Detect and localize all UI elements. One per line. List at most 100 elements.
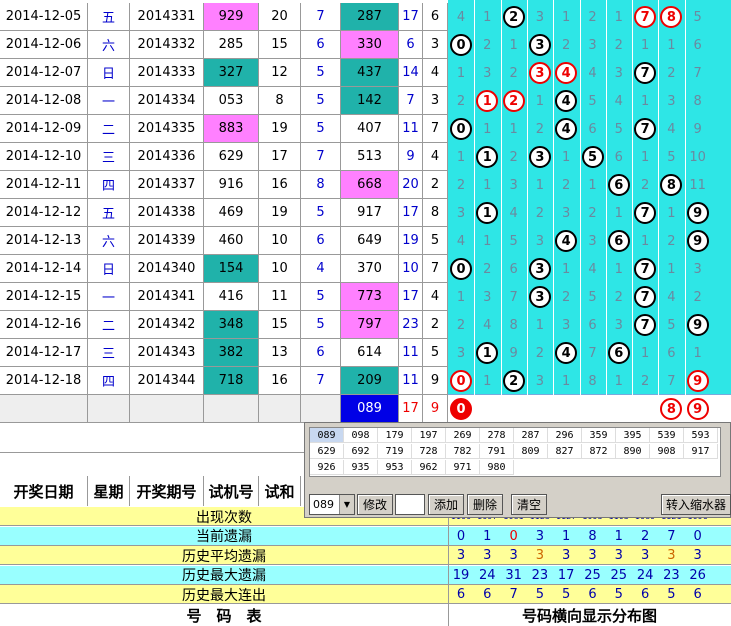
cell-span: 6 <box>301 31 341 59</box>
dist-miss: 3 <box>535 373 545 389</box>
stats-value: 23 <box>531 567 549 583</box>
dist-miss: 2 <box>667 233 676 249</box>
cell-issue: 2014338 <box>130 199 204 227</box>
empty-cell <box>0 395 88 423</box>
combination-cell[interactable]: 593 <box>684 428 718 443</box>
combo-select[interactable]: 089 ▼ <box>309 494 355 515</box>
dist-miss: 1 <box>640 345 650 361</box>
cell-tspan: 7 <box>423 255 448 283</box>
dist-miss: 3 <box>483 289 492 305</box>
stats-value: 6 <box>456 587 466 602</box>
stats-value: 1 <box>483 528 492 544</box>
combination-cell[interactable]: 278 <box>480 428 514 443</box>
cell-test: 142 <box>341 87 399 115</box>
combination-cell[interactable]: 296 <box>548 428 582 443</box>
cell-issue: 2014331 <box>130 3 204 31</box>
cell-tspan: 2 <box>423 311 448 339</box>
cell-span: 5 <box>301 87 341 115</box>
combination-cell[interactable]: 908 <box>650 444 684 459</box>
cell-tsum: 14 <box>399 59 423 87</box>
dist-miss: 9 <box>693 121 702 137</box>
combination-cell[interactable]: 809 <box>514 444 548 459</box>
dist-miss: 1 <box>483 9 492 25</box>
combination-cell[interactable]: 089 <box>310 428 344 443</box>
cell-date: 2014-12-13 <box>0 227 88 255</box>
dist-miss: 6 <box>509 261 518 277</box>
cell-span: 8 <box>301 171 341 199</box>
combination-cell[interactable]: 098 <box>344 428 378 443</box>
dist-miss: 4 <box>509 205 518 221</box>
cell-sum: 17 <box>259 143 301 171</box>
combination-cell[interactable]: 287 <box>514 428 548 443</box>
chevron-down-icon[interactable]: ▼ <box>339 495 354 514</box>
combination-cell[interactable]: 692 <box>344 444 378 459</box>
dist-miss: 2 <box>588 9 597 25</box>
combination-cell[interactable]: 827 <box>548 444 582 459</box>
dist-miss: 1 <box>588 177 597 193</box>
dist-ball: 7 <box>634 6 657 28</box>
combination-cell[interactable]: 962 <box>412 460 446 475</box>
combination-cell[interactable]: 791 <box>480 444 514 459</box>
dist-miss: 7 <box>509 289 518 305</box>
dist-miss: 7 <box>693 65 702 81</box>
dist-miss: 1 <box>483 121 492 137</box>
dist-miss: 5 <box>614 121 623 137</box>
cell-test: 614 <box>341 339 399 367</box>
cell-weekday: 二 <box>88 311 130 339</box>
dist-miss: 1 <box>667 37 676 53</box>
dist-miss: 2 <box>693 289 702 305</box>
delete-button[interactable]: 删除 <box>467 494 503 515</box>
combination-cell[interactable]: 359 <box>582 428 616 443</box>
dist-miss: 3 <box>614 317 623 333</box>
dist-miss: 3 <box>667 93 676 109</box>
dist-miss: 3 <box>535 9 545 25</box>
combination-cell[interactable]: 782 <box>446 444 480 459</box>
clear-button[interactable]: 清空 <box>511 494 547 515</box>
cell-tspan: 5 <box>423 227 448 255</box>
combination-cell[interactable]: 953 <box>378 460 412 475</box>
cell-draw: 285 <box>204 31 259 59</box>
dist-miss: 4 <box>667 289 676 305</box>
combination-cell[interactable]: 890 <box>616 444 650 459</box>
dist-miss: 3 <box>535 233 545 249</box>
dist-miss: 2 <box>640 177 650 193</box>
dist-miss: 1 <box>640 149 650 165</box>
dist-miss: 9 <box>509 345 518 361</box>
stats-value: 1 <box>562 528 571 544</box>
modify-button[interactable]: 修改 <box>357 494 393 515</box>
cell-span: 5 <box>301 199 341 227</box>
combination-cell[interactable]: 629 <box>310 444 344 459</box>
stats-value: 3 <box>667 548 676 563</box>
dist-miss: 5 <box>509 233 518 249</box>
dist-miss: 1 <box>483 373 492 389</box>
combination-cell[interactable]: 728 <box>412 444 446 459</box>
combination-cell[interactable]: 539 <box>650 428 684 443</box>
number-input[interactable] <box>395 494 425 515</box>
combination-cell[interactable]: 197 <box>412 428 446 443</box>
stats-value: 0 <box>456 528 466 544</box>
dist-ball: 3 <box>528 286 551 308</box>
combination-cell[interactable]: 719 <box>378 444 412 459</box>
dist-miss: 2 <box>535 121 545 137</box>
combination-cell[interactable]: 269 <box>446 428 480 443</box>
combination-cell[interactable]: 395 <box>616 428 650 443</box>
combination-cell[interactable]: 935 <box>344 460 378 475</box>
dist-miss: 1 <box>562 149 571 165</box>
dist-ball: 3 <box>528 146 551 168</box>
combination-cell[interactable]: 917 <box>684 444 718 459</box>
transfer-to-shrinker-button[interactable]: 转入缩水器 <box>661 494 731 515</box>
combination-cell[interactable]: 926 <box>310 460 344 475</box>
combination-cell[interactable]: 872 <box>582 444 616 459</box>
combination-cell[interactable]: 179 <box>378 428 412 443</box>
cell-issue: 2014344 <box>130 367 204 395</box>
stats-value: 0 <box>509 528 518 544</box>
stats-value: 5 <box>535 587 545 602</box>
add-button[interactable]: 添加 <box>428 494 464 515</box>
stats-value: 7 <box>667 528 676 544</box>
dist-ball: 3 <box>528 34 551 56</box>
combination-cell[interactable]: 980 <box>480 460 514 475</box>
combination-cell[interactable]: 971 <box>446 460 480 475</box>
cell-test: 370 <box>341 255 399 283</box>
cell-span: 7 <box>301 143 341 171</box>
cell-tsum: 20 <box>399 171 423 199</box>
